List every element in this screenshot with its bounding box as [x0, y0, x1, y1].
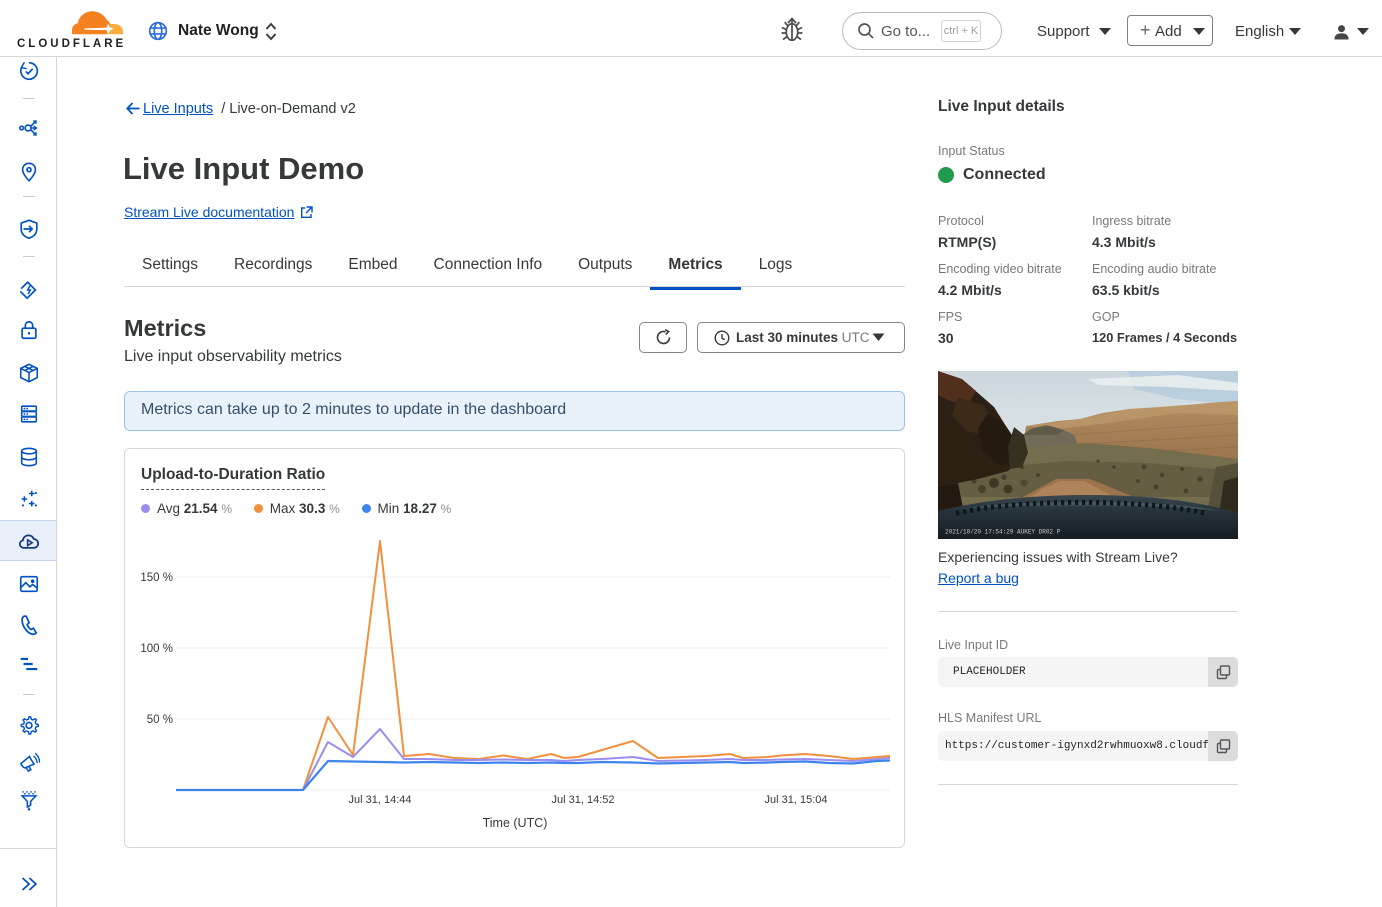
svg-text:CLOUDFLARE: CLOUDFLARE [17, 38, 124, 48]
svg-text:50 %: 50 % [147, 714, 173, 726]
svg-text:2021/10/20 17:54:29 AUKEY DR02: 2021/10/20 17:54:29 AUKEY DR02 P [945, 529, 1061, 536]
svg-text:100 %: 100 % [140, 643, 173, 655]
svg-text:Jul 31, 14:52: Jul 31, 14:52 [552, 794, 615, 806]
svg-text:150 %: 150 % [140, 572, 173, 584]
svg-text:Jul 31, 15:04: Jul 31, 15:04 [765, 794, 828, 806]
svg-text:Time (UTC): Time (UTC) [483, 816, 548, 830]
svg-text:Jul 31, 14:44: Jul 31, 14:44 [349, 794, 412, 806]
